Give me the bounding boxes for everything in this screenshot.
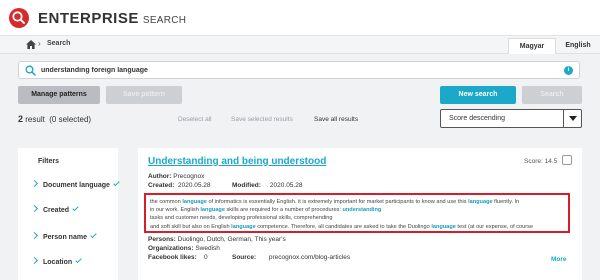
snippet-text: of informatics is essentially English. i… [206, 199, 469, 205]
result-facebook-likes: Facebook likes: 0 [148, 254, 208, 261]
result-created: Created: 2020.05.28 [148, 182, 211, 189]
filter-person-name[interactable]: Person name [30, 231, 97, 243]
tab-language-magyar[interactable]: Magyar [508, 38, 556, 54]
filter-location[interactable]: Location [30, 256, 82, 268]
author-label: Author: [148, 173, 172, 180]
info-icon[interactable]: i [564, 66, 573, 75]
result-persons: Persons: Duolingo, Dutch, German, This y… [148, 236, 286, 243]
filter-created[interactable]: Created [30, 204, 79, 216]
created-value: 2020.05.28 [178, 182, 211, 189]
save-selected-results-link[interactable]: Save selected results [231, 116, 293, 123]
result-modified: Modified: 2020.05.28 [232, 182, 302, 189]
result-author: Author: Precognox [148, 173, 204, 180]
new-search-button[interactable]: New search [440, 86, 516, 104]
results-count-number: 2 [18, 114, 24, 124]
result-source: Source: precognox.com/blog-articles [232, 254, 350, 261]
snippet-line: tasks and customer needs, developing pro… [150, 214, 564, 222]
result-score: Score: 14.5 [524, 158, 558, 165]
chevron-down-icon [30, 256, 39, 265]
snippet-highlight: language [182, 199, 207, 205]
sort-select[interactable]: Score descending [440, 109, 582, 128]
chevron-right-icon: › [38, 39, 41, 48]
brand-subtitle: SEARCH [142, 15, 187, 26]
chevron-down-icon [30, 231, 39, 240]
chevron-down-icon [30, 204, 39, 213]
result-card: Understanding and being understood Score… [138, 148, 582, 280]
tab-language-english[interactable]: English [560, 38, 596, 54]
snippet-text: test (at our expense, of course [455, 223, 533, 230]
snippet-text: competence. Therefore, all candidates ar… [255, 223, 432, 230]
modified-label: Modified: [232, 182, 261, 189]
results-count: 2 result (0 selected) [18, 114, 91, 124]
filters-panel: Filters Document language Created Person… [18, 148, 120, 280]
created-label: Created: [148, 182, 175, 189]
result-snippet: the common language of informatics is es… [144, 193, 570, 233]
source-value: precognox.com/blog-articles [268, 254, 351, 261]
persons-label: Persons: [148, 236, 176, 243]
facebook-likes-value: 0 [204, 254, 208, 261]
search-input[interactable] [41, 64, 561, 76]
author-value: Precognox [173, 173, 205, 180]
organizations-label: Organizations: [148, 245, 194, 252]
modified-value: 2020.05.28 [269, 182, 303, 189]
search-icon [25, 65, 36, 76]
checkmark-icon [72, 204, 79, 212]
save-pattern-button[interactable]: Save pattern [106, 86, 182, 104]
filter-label: Person name [43, 234, 87, 241]
organizations-value: Swedish [195, 245, 220, 252]
snippet-highlight: language [231, 223, 256, 230]
sort-select-value: Score descending [449, 115, 506, 122]
filter-document-language[interactable]: Document language [30, 179, 120, 191]
facebook-likes-label: Facebook likes: [148, 254, 197, 261]
app-header: ENTERPRISE SEARCH [0, 0, 600, 36]
snippet-highlight: language [468, 199, 493, 205]
checkmark-icon [75, 256, 82, 264]
persons-value: Duolingo, Dutch, German, This year's [177, 236, 286, 243]
manage-patterns-button[interactable]: Manage patterns [18, 86, 100, 104]
results-selected-count: (0 selected) [49, 115, 92, 124]
source-label: Source: [232, 254, 257, 261]
snippet-text: skills are required for a number of proc… [224, 207, 343, 214]
snippet-highlight: language [431, 223, 456, 230]
search-button[interactable]: Search [522, 86, 582, 104]
brand-title: ENTERPRISE SEARCH [38, 10, 186, 27]
more-link[interactable]: More [551, 256, 567, 263]
result-title-link[interactable]: Understanding and being understood [148, 156, 326, 167]
snippet-highlight: understanding [342, 207, 382, 214]
snippet-text: tasks and customer needs, developing pro… [150, 215, 333, 222]
snippet-text: the common [150, 199, 183, 205]
results-count-label: result [25, 115, 45, 124]
snippet-line: the common language of informatics is es… [150, 198, 564, 206]
deselect-all-link[interactable]: Deselect all [178, 116, 212, 123]
brand-name: ENTERPRISE [38, 10, 139, 27]
home-icon[interactable] [26, 40, 36, 49]
save-all-results-link[interactable]: Save all results [314, 116, 358, 123]
snippet-line: in our work. English language skills are… [150, 206, 564, 214]
filter-label: Location [43, 259, 73, 266]
snippet-text: and soft skill but also on English [150, 223, 232, 230]
filter-label: Document language [43, 182, 110, 189]
snippet-line: and soft skill but also on English langu… [150, 223, 564, 231]
filter-label: Created [43, 207, 70, 214]
chevron-down-icon[interactable] [563, 110, 581, 127]
result-organizations: Organizations: Swedish [148, 245, 220, 252]
enterprise-search-logo-icon[interactable] [8, 7, 30, 29]
checkmark-icon [90, 231, 97, 239]
search-box: i [18, 61, 580, 79]
snippet-text: in our work. English [150, 207, 201, 214]
checkmark-icon [113, 179, 120, 187]
snippet-highlight: language [200, 207, 225, 214]
breadcrumb-current: Search [47, 40, 71, 47]
result-select-checkbox[interactable] [562, 155, 572, 165]
snippet-text: fluently. In [492, 199, 520, 205]
filters-title: Filters [38, 158, 60, 165]
chevron-down-icon [30, 179, 39, 188]
